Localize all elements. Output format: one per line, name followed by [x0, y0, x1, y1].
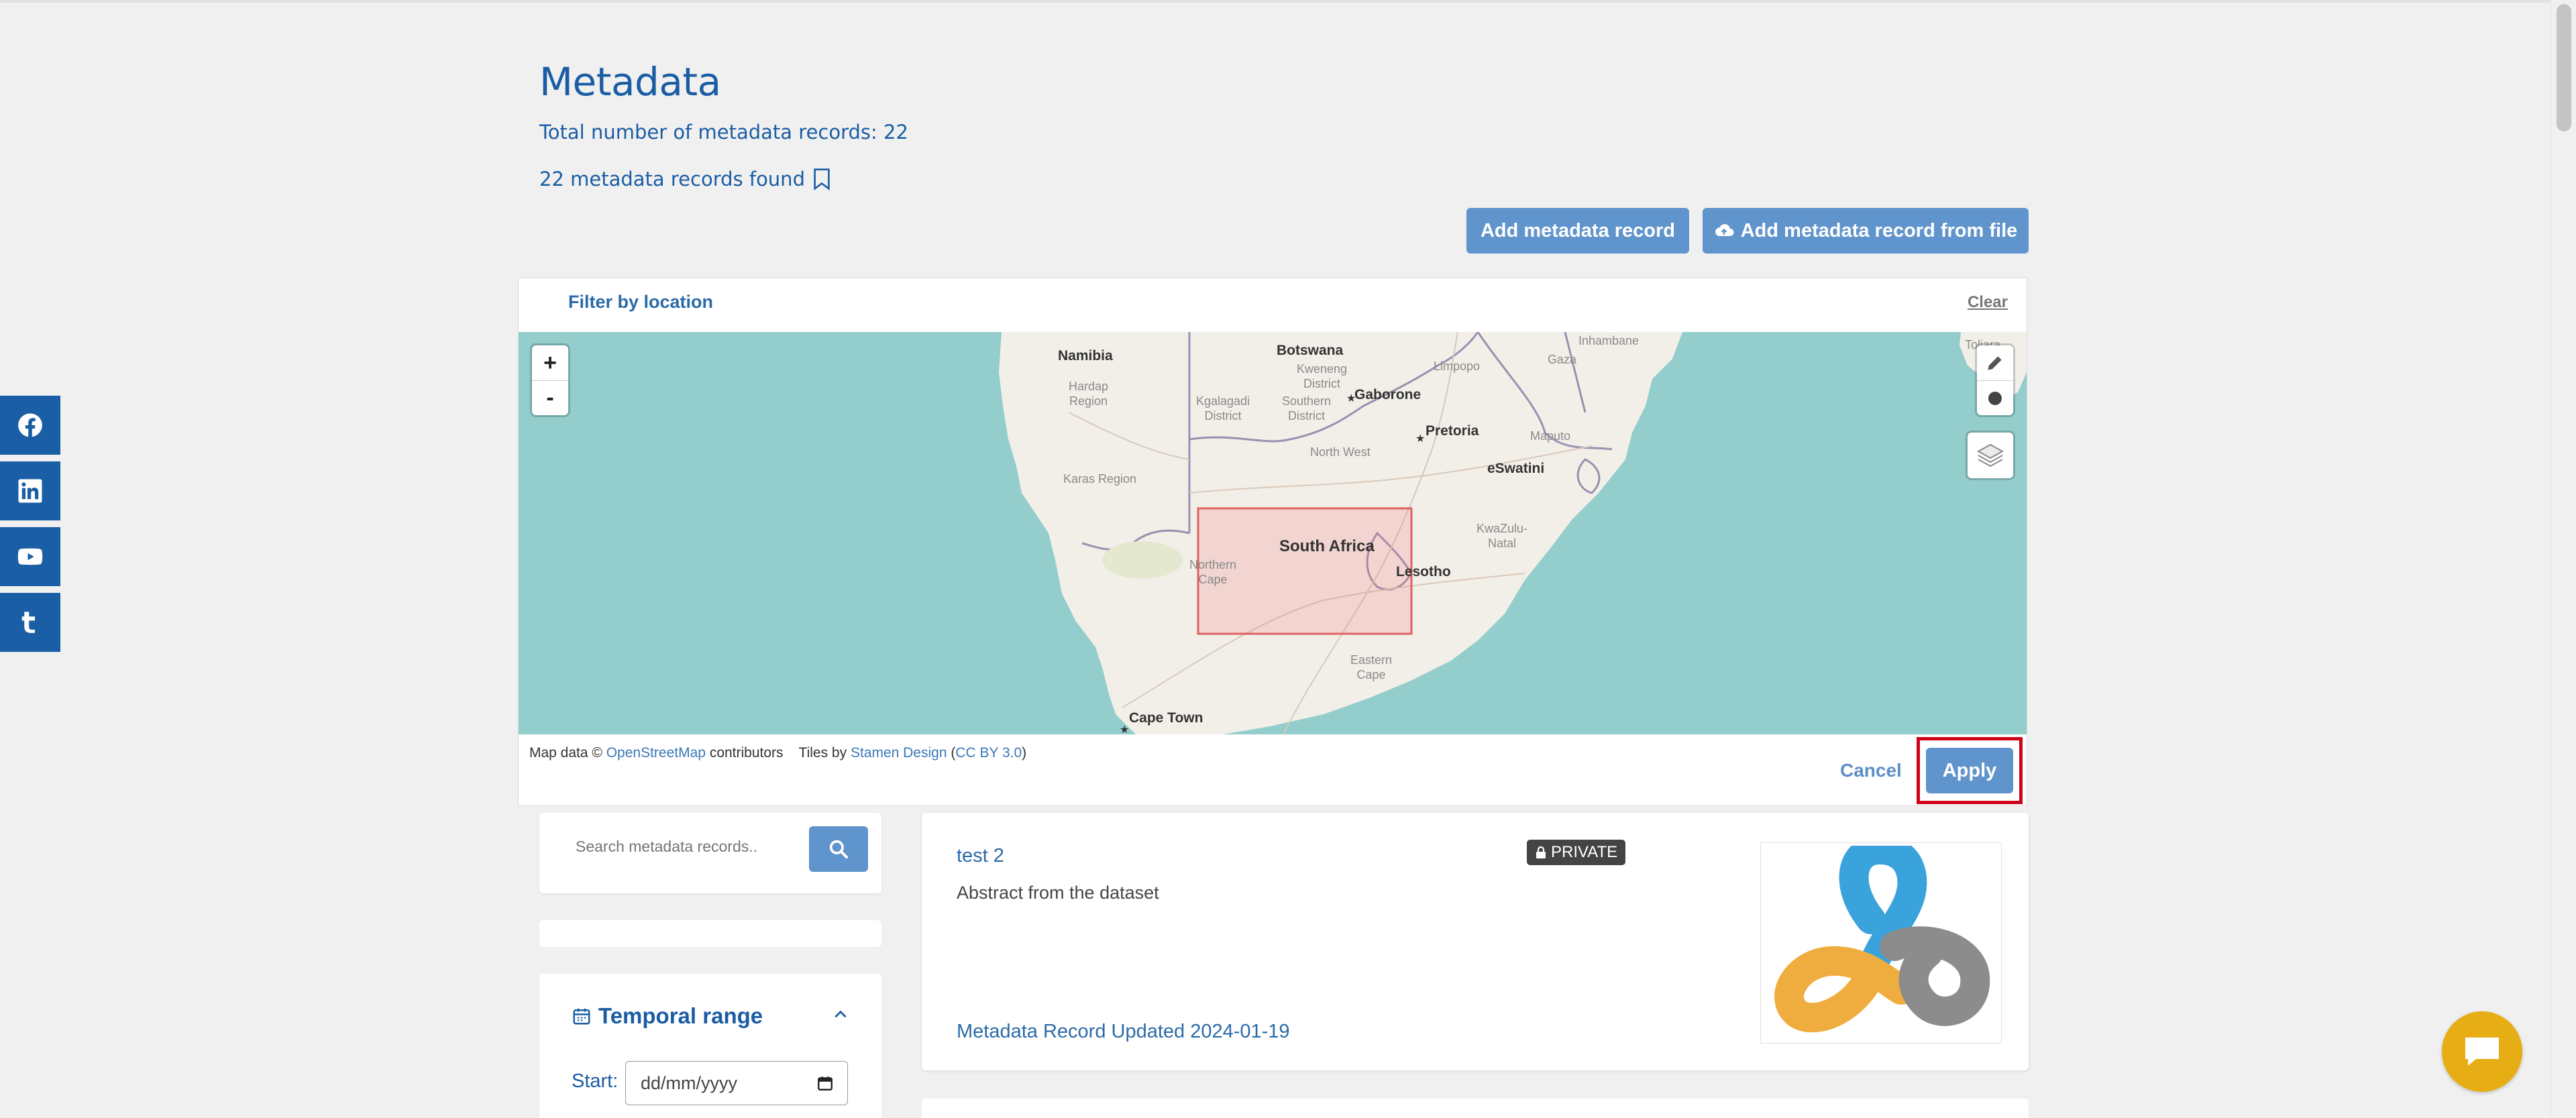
add-metadata-record-button[interactable]: Add metadata record: [1466, 208, 1689, 254]
calendar-picker-icon[interactable]: [816, 1074, 834, 1092]
result-abstract: Abstract from the dataset: [957, 883, 1159, 903]
map-label-gaza: Gaza: [1548, 353, 1577, 366]
map-label-south-africa: South Africa: [1279, 537, 1375, 555]
chat-icon: [2465, 1038, 2499, 1066]
scrollbar-thumb[interactable]: [2557, 4, 2571, 131]
circle-icon: [1988, 391, 2002, 405]
total-records-count: Total number of metadata records: 22: [539, 121, 908, 144]
filter-title: Filter by location: [568, 292, 714, 312]
map-label-kweneng: Kweneng District: [1297, 362, 1348, 390]
map-label-eswatini: eSwatini: [1487, 461, 1545, 476]
chevron-up-icon[interactable]: [832, 1006, 849, 1023]
clear-link[interactable]: Clear: [1968, 293, 2008, 312]
map-label-cape-town: Cape Town: [1129, 710, 1203, 726]
result-card-next: [922, 1099, 2029, 1118]
tumblr-icon[interactable]: [0, 593, 60, 652]
map-label-pretoria: Pretoria: [1426, 423, 1479, 439]
map-label-namibia: Namibia: [1058, 348, 1113, 364]
cloud-upload-icon: [1715, 224, 1734, 236]
draw-point-button[interactable]: [1977, 380, 2013, 415]
svg-text:★: ★: [1120, 723, 1129, 734]
attrib-contributors: contributors: [709, 745, 784, 761]
youtube-icon[interactable]: [0, 527, 60, 586]
attrib-prefix: Map data ©: [529, 745, 602, 761]
search-icon: [829, 840, 848, 858]
vertical-scrollbar[interactable]: [2551, 0, 2576, 1118]
calendar-icon: [573, 1008, 590, 1025]
zoom-out-button[interactable]: -: [532, 380, 568, 415]
temporal-range-header[interactable]: Temporal range: [572, 1003, 763, 1029]
top-border: [0, 0, 2576, 3]
lock-icon: [1536, 846, 1546, 858]
result-updated-date: Metadata Record Updated 2024-01-19: [957, 1021, 1290, 1042]
search-card: [539, 813, 881, 893]
map-label-north-west: North West: [1310, 445, 1371, 459]
add-metadata-record-from-file-button[interactable]: Add metadata record from file: [1703, 208, 2029, 254]
map-label-kwazulu-natal: KwaZulu- Natal: [1477, 522, 1528, 550]
pencil-icon: [1988, 356, 2002, 370]
result-title[interactable]: test 2: [957, 845, 1004, 867]
records-found-text: 22 metadata records found: [539, 168, 805, 190]
map-view[interactable]: ★ ★ ★ Namibia Hardap Region Karas Region…: [519, 332, 2027, 734]
temporal-range-title: Temporal range: [598, 1003, 763, 1028]
bookmark-icon[interactable]: [813, 168, 830, 190]
search-button[interactable]: [809, 826, 868, 872]
draw-toolbar: [1977, 345, 2013, 415]
map-label-maputo: Maputo: [1530, 429, 1571, 443]
start-date-placeholder: dd/mm/yyyy: [641, 1072, 738, 1093]
add-from-file-label: Add metadata record from file: [1740, 219, 2018, 241]
private-badge-label: PRIVATE: [1551, 843, 1618, 861]
map-label-hardap: Hardap Region: [1069, 380, 1109, 408]
temporal-range-card: Temporal range Start: dd/mm/yyyy: [539, 974, 881, 1118]
map-attribution: Map data © OpenStreetMap contributors Ti…: [529, 745, 1027, 761]
map-label-kgalagadi: Kgalagadi District: [1196, 394, 1250, 423]
map-label-northern-cape: Northern Cape: [1189, 558, 1237, 586]
chat-button[interactable]: [2442, 1011, 2522, 1092]
search-input[interactable]: [557, 825, 798, 868]
zoom-in-button[interactable]: +: [532, 345, 568, 380]
layers-icon: [1976, 443, 2004, 467]
result-card[interactable]: test 2 PRIVATE Abstract from the dataset…: [922, 813, 2029, 1070]
layers-button[interactable]: [1968, 433, 2013, 478]
map-label-gaborone: Gaborone: [1354, 387, 1421, 402]
stamen-link[interactable]: Stamen Design: [851, 745, 947, 761]
facebook-icon[interactable]: [0, 396, 60, 455]
start-label: Start:: [572, 1070, 619, 1092]
page-title: Metadata: [539, 59, 721, 105]
zoom-control: + -: [532, 345, 568, 415]
svg-text:★: ★: [1415, 432, 1425, 445]
map-label-inhambane: Inhambane: [1578, 334, 1640, 347]
start-date-input[interactable]: dd/mm/yyyy: [625, 1061, 848, 1105]
map-basemap: ★ ★ ★: [519, 332, 2027, 734]
map-label-limpopo: Limpopo: [1434, 359, 1481, 373]
map-label-southern: Southern District: [1282, 394, 1332, 423]
attrib-tiles-by: Tiles by: [798, 745, 847, 761]
linkedin-icon[interactable]: [0, 461, 60, 520]
apply-button[interactable]: Apply: [1926, 748, 2013, 793]
private-badge: PRIVATE: [1527, 840, 1626, 865]
draw-rectangle-button[interactable]: [1977, 345, 2013, 380]
map-label-karas: Karas Region: [1063, 472, 1137, 486]
map-label-eastern-cape: Eastern Cape: [1350, 653, 1393, 681]
cancel-button[interactable]: Cancel: [1840, 760, 1902, 781]
filter-card-collapsed: [539, 920, 881, 947]
dataset-logo: [1774, 846, 1990, 1033]
osm-link[interactable]: OpenStreetMap: [606, 745, 706, 761]
records-found: 22 metadata records found: [539, 168, 830, 190]
result-thumbnail: [1760, 842, 2002, 1044]
map-label-botswana: Botswana: [1277, 343, 1344, 358]
social-sidebar: [0, 396, 60, 659]
map-label-lesotho: Lesotho: [1396, 564, 1451, 579]
location-filter-panel: Filter by location Clear ★ ★ ★ Namibia H…: [518, 278, 2027, 806]
license-link[interactable]: CC BY 3.0: [955, 745, 1022, 761]
